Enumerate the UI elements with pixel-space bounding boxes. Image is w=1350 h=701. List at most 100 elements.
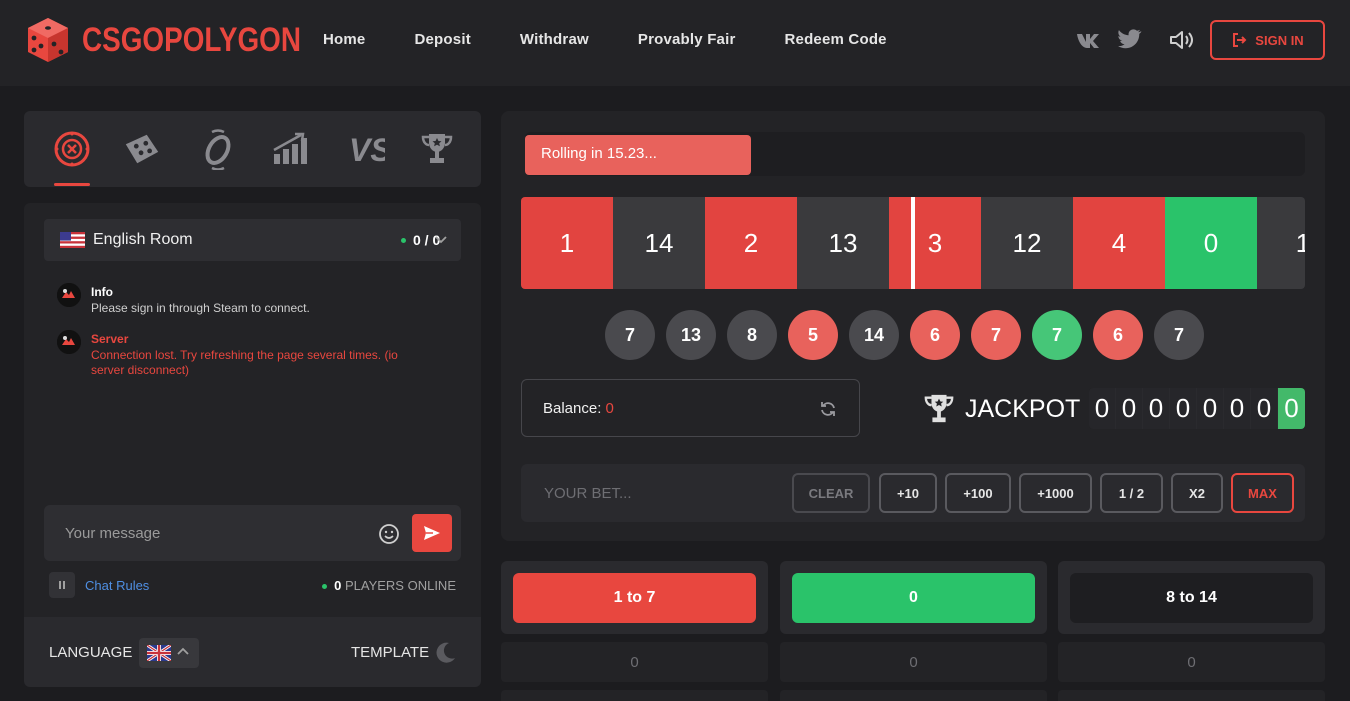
jackpot-digit: 0 bbox=[1143, 388, 1170, 429]
refresh-icon[interactable] bbox=[819, 400, 837, 418]
uk-flag-icon bbox=[147, 645, 171, 661]
roulette-wheel: 1 14 2 13 3 12 4 0 1 bbox=[521, 197, 1305, 289]
nav-deposit[interactable]: Deposit bbox=[414, 31, 470, 48]
double-button[interactable]: X2 bbox=[1171, 473, 1223, 513]
balance-box: Balance: 0 bbox=[521, 379, 860, 437]
history-result: 7 bbox=[1032, 310, 1082, 360]
bet-black-button[interactable]: 8 to 14 bbox=[1070, 573, 1313, 623]
players-label: PLAYERS ONLINE bbox=[344, 578, 456, 593]
game-tabs: VS bbox=[24, 111, 481, 187]
nav-provably-fair[interactable]: Provably Fair bbox=[638, 31, 736, 48]
max-button[interactable]: MAX bbox=[1231, 473, 1294, 513]
send-icon bbox=[424, 526, 440, 540]
bet-input[interactable]: YOUR BET... bbox=[544, 485, 632, 502]
balance-text: Balance: 0 bbox=[543, 400, 614, 417]
chat-panel: English Room 0 / 0 Info Please sign in t… bbox=[24, 203, 481, 617]
nav-withdraw[interactable]: Withdraw bbox=[520, 31, 589, 48]
online-dot bbox=[401, 238, 406, 243]
bet-total-red: 0 bbox=[501, 642, 768, 682]
jackpot-digit: 0 bbox=[1089, 388, 1116, 429]
bet-column-red: 1 to 7 bbox=[501, 561, 768, 634]
pause-icon bbox=[59, 581, 65, 589]
svg-text:VS: VS bbox=[349, 132, 385, 167]
wheel-tile: 3 bbox=[889, 197, 981, 289]
jackpot-digit: 0 bbox=[1251, 388, 1278, 429]
history-result: 7 bbox=[605, 310, 655, 360]
sound-icon[interactable] bbox=[1168, 28, 1196, 52]
room-selector[interactable]: English Room 0 / 0 bbox=[44, 219, 461, 261]
coinflip-icon[interactable] bbox=[198, 129, 238, 170]
history-result: 6 bbox=[1093, 310, 1143, 360]
bet-column-black: 8 to 14 bbox=[1058, 561, 1325, 634]
jackpot-digit: 0 bbox=[1197, 388, 1224, 429]
send-button[interactable] bbox=[412, 514, 452, 552]
chat-footer: Chat Rules 0 PLAYERS ONLINE bbox=[24, 572, 481, 600]
nav-redeem-code[interactable]: Redeem Code bbox=[785, 31, 887, 48]
bet-list-black bbox=[1058, 690, 1325, 701]
balance-value: 0 bbox=[605, 400, 614, 417]
dice-icon[interactable] bbox=[122, 129, 162, 169]
sign-in-icon bbox=[1233, 33, 1247, 47]
message-title: Info bbox=[91, 285, 113, 299]
wheel-tile: 13 bbox=[797, 197, 889, 289]
history-result: 7 bbox=[1154, 310, 1204, 360]
crash-icon[interactable] bbox=[270, 129, 310, 169]
emoji-icon[interactable] bbox=[378, 523, 400, 545]
history-result: 13 bbox=[666, 310, 716, 360]
roulette-panel: Rolling in 15.23... 1 14 2 13 3 12 4 0 1 7 13 8 5 14… bbox=[501, 111, 1325, 541]
message-body: Please sign in through Steam to connect. bbox=[91, 301, 310, 315]
versus-icon[interactable]: VS bbox=[346, 129, 386, 169]
room-name: English Room bbox=[93, 231, 193, 248]
jackpot-digit: 0 bbox=[1170, 388, 1197, 429]
jackpot-label: JACKPOT bbox=[965, 395, 1081, 423]
roulette-icon[interactable] bbox=[52, 129, 92, 169]
bet-green-button[interactable]: 0 bbox=[792, 573, 1035, 623]
header: CSGOPOLYGON Home Deposit Withdraw Provab… bbox=[0, 0, 1350, 86]
chat-message: Info Please sign in through Steam to con… bbox=[57, 283, 437, 323]
wheel-tile: 1 bbox=[521, 197, 613, 289]
sign-in-button[interactable]: SIGN IN bbox=[1210, 20, 1325, 60]
online-dot bbox=[322, 584, 328, 590]
jackpot-digit: 0 bbox=[1224, 388, 1251, 429]
template-label: TEMPLATE bbox=[351, 644, 430, 661]
wheel-tile: 4 bbox=[1073, 197, 1165, 289]
jackpot-digit: 0 bbox=[1278, 388, 1305, 429]
bet-bar: YOUR BET... CLEAR +10 +100 +1000 1 / 2 X… bbox=[521, 464, 1305, 522]
jackpot-counter: 00000000 bbox=[1089, 388, 1305, 429]
wheel-tile: 12 bbox=[981, 197, 1073, 289]
chevron-up-icon bbox=[177, 647, 189, 655]
language-selector[interactable] bbox=[139, 638, 199, 668]
trophy-icon[interactable] bbox=[417, 129, 457, 169]
history-result: 14 bbox=[849, 310, 899, 360]
history-result: 6 bbox=[910, 310, 960, 360]
message-input[interactable]: Your message bbox=[44, 505, 461, 561]
plus-100-button[interactable]: +100 bbox=[945, 473, 1011, 513]
jackpot-digit: 0 bbox=[1116, 388, 1143, 429]
bet-column-green: 0 bbox=[780, 561, 1047, 634]
logo[interactable]: CSGOPOLYGON bbox=[24, 16, 349, 64]
wheel-marker bbox=[911, 197, 915, 289]
plus-10-button[interactable]: +10 bbox=[879, 473, 937, 513]
twitter-icon[interactable] bbox=[1117, 28, 1145, 52]
moon-icon[interactable] bbox=[433, 640, 457, 664]
chat-rules-link[interactable]: Chat Rules bbox=[85, 578, 149, 593]
clear-button[interactable]: CLEAR bbox=[792, 473, 870, 513]
avatar bbox=[57, 330, 81, 354]
wheel-tile: 0 bbox=[1165, 197, 1257, 289]
players-count: 0 bbox=[334, 578, 342, 593]
sign-in-label: SIGN IN bbox=[1255, 32, 1304, 48]
bet-red-button[interactable]: 1 to 7 bbox=[513, 573, 756, 623]
vk-icon[interactable] bbox=[1075, 28, 1103, 52]
rolling-text: Rolling in 15.23... bbox=[541, 145, 657, 162]
half-button[interactable]: 1 / 2 bbox=[1100, 473, 1163, 513]
plus-1000-button[interactable]: +1000 bbox=[1019, 473, 1092, 513]
nav-home[interactable]: Home bbox=[323, 31, 365, 48]
message-body: Connection lost. Try refreshing the page… bbox=[91, 348, 398, 377]
history-result: 7 bbox=[971, 310, 1021, 360]
pause-chat-button[interactable] bbox=[49, 572, 75, 598]
bet-list-green bbox=[780, 690, 1047, 701]
bet-total-black: 0 bbox=[1058, 642, 1325, 682]
settings-bar: LANGUAGE TEMPLATE bbox=[24, 617, 481, 687]
wheel-tile: 1 bbox=[1257, 197, 1305, 289]
history-result: 5 bbox=[788, 310, 838, 360]
